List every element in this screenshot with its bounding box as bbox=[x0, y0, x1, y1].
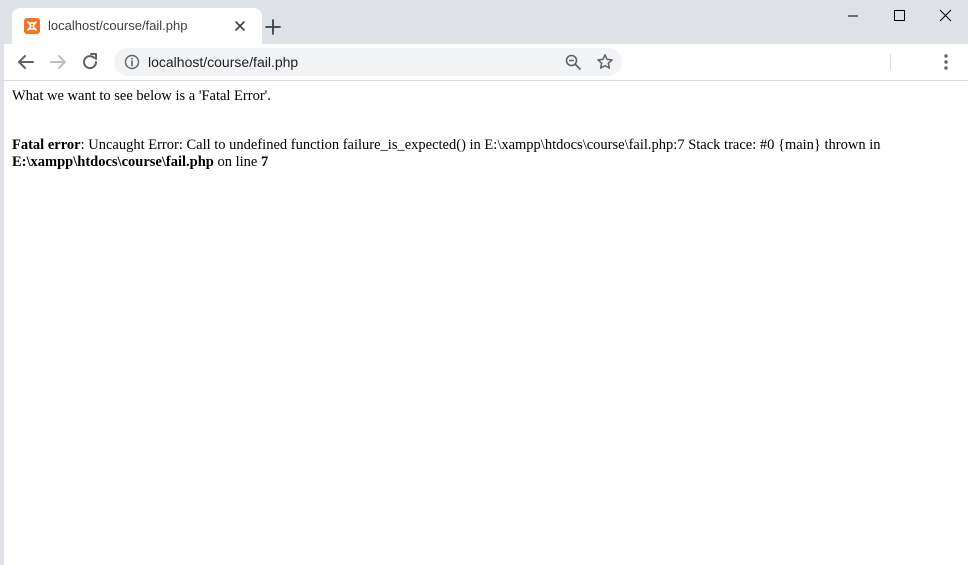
toolbar-divider bbox=[890, 54, 891, 70]
browser-window: localhost/course/fail.php localhost/cour… bbox=[0, 0, 968, 565]
back-arrow-icon[interactable] bbox=[14, 50, 38, 74]
new-tab-icon[interactable] bbox=[262, 16, 284, 38]
address-bar[interactable]: localhost/course/fail.php bbox=[114, 48, 622, 76]
bookmark-star-icon[interactable] bbox=[596, 53, 614, 71]
close-tab-icon[interactable] bbox=[232, 18, 248, 34]
close-window-icon[interactable] bbox=[922, 0, 968, 32]
fatal-error-message: Fatal error: Uncaught Error: Call to und… bbox=[12, 137, 962, 171]
info-icon[interactable] bbox=[124, 54, 140, 70]
tab-title: localhost/course/fail.php bbox=[48, 18, 188, 33]
browser-tab[interactable]: localhost/course/fail.php bbox=[12, 8, 262, 44]
error-on-line: on line bbox=[213, 154, 261, 170]
error-message: : Uncaught Error: Call to undefined func… bbox=[80, 137, 881, 153]
menu-kebab-icon[interactable] bbox=[934, 50, 958, 74]
address-url[interactable]: localhost/course/fail.php bbox=[148, 54, 298, 70]
tab-strip: localhost/course/fail.php bbox=[4, 0, 968, 44]
zoom-out-icon[interactable] bbox=[564, 53, 582, 71]
page-content: What we want to see below is a 'Fatal Er… bbox=[12, 88, 962, 171]
maximize-icon[interactable] bbox=[876, 0, 922, 32]
intro-text: What we want to see below is a 'Fatal Er… bbox=[12, 88, 271, 104]
error-line-number: 7 bbox=[260, 154, 269, 170]
error-file: E:\xampp\htdocs\course\fail.php bbox=[12, 154, 214, 170]
browser-toolbar: localhost/course/fail.php bbox=[4, 44, 968, 81]
error-label: Fatal error bbox=[12, 137, 81, 153]
forward-arrow-icon[interactable] bbox=[46, 50, 70, 74]
xampp-icon bbox=[24, 18, 40, 34]
minimize-icon[interactable] bbox=[830, 0, 876, 32]
reload-icon[interactable] bbox=[78, 50, 102, 74]
